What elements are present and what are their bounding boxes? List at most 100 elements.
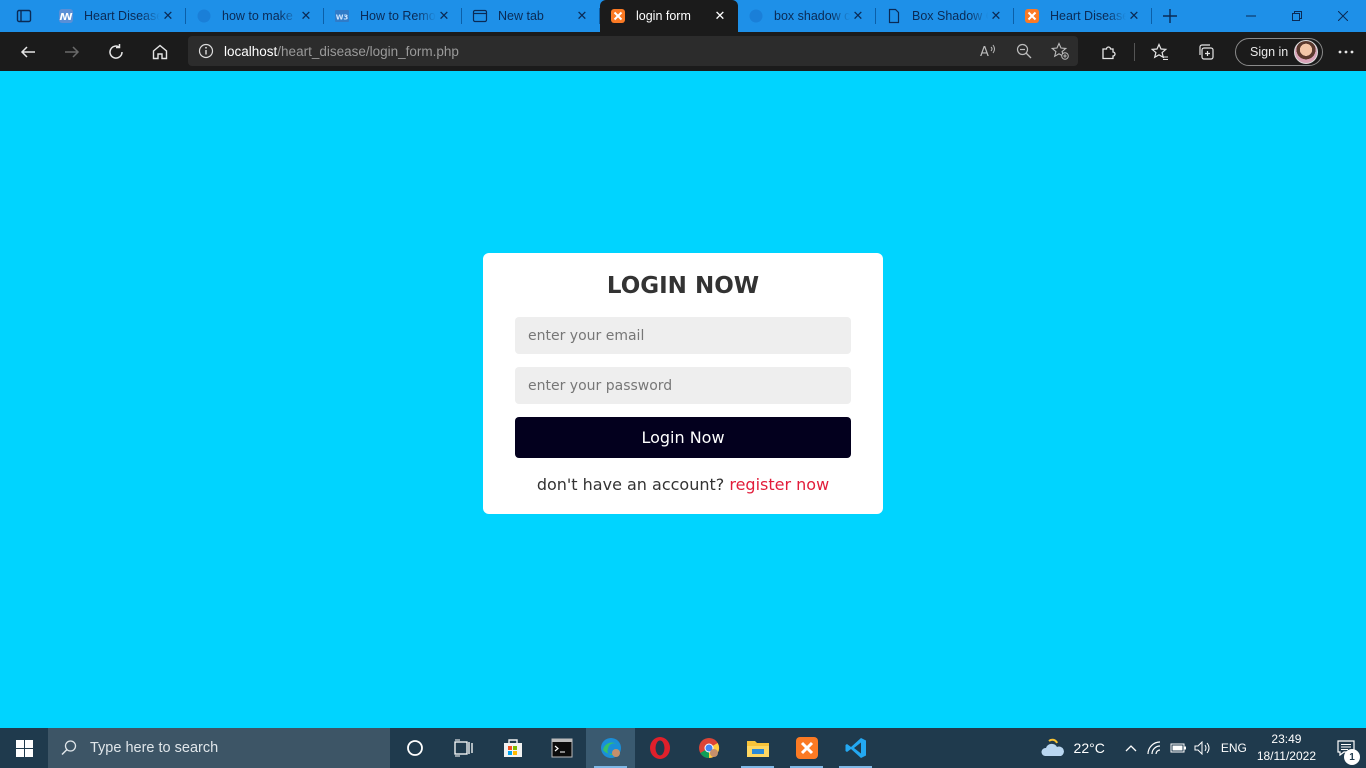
tab-title: New tab xyxy=(498,9,544,23)
back-arrow-icon xyxy=(20,45,35,58)
tab-heart-disease-2[interactable]: Heart Disease ✕ xyxy=(1014,0,1152,32)
xampp-icon xyxy=(1024,8,1040,24)
file-explorer-app[interactable] xyxy=(733,728,782,768)
login-title: LOGIN NOW xyxy=(606,273,760,299)
taskbar-search[interactable]: Type here to search xyxy=(48,728,390,768)
windows-logo-icon xyxy=(15,739,33,757)
chrome-icon xyxy=(698,738,719,759)
avatar xyxy=(1294,39,1319,64)
back-button[interactable] xyxy=(6,32,50,71)
battery-icon[interactable] xyxy=(1167,742,1191,754)
close-window-button[interactable] xyxy=(1320,0,1366,32)
url-text[interactable]: localhost/heart_disease/login_form.php xyxy=(224,44,970,59)
forward-arrow-icon xyxy=(65,45,80,58)
vscode-icon xyxy=(845,738,866,758)
windows-taskbar: Type here to search 22°C ENG 23:49 18/11… xyxy=(0,728,1366,768)
new-tab-button[interactable] xyxy=(1152,0,1188,32)
tab-how-to-make[interactable]: how to make ✕ xyxy=(186,0,324,32)
chrome-app[interactable] xyxy=(684,728,733,768)
search-icon xyxy=(61,740,77,756)
svg-text:ꟿ: ꟿ xyxy=(59,12,72,23)
tab-title: How to Remo xyxy=(360,9,436,23)
email-field[interactable] xyxy=(515,317,851,354)
read-aloud-icon[interactable]: A xyxy=(970,43,1006,59)
edge-app[interactable] xyxy=(586,728,635,768)
tab-box-shadow-2[interactable]: Box Shadow C ✕ xyxy=(876,0,1014,32)
tab-close-icon[interactable]: ✕ xyxy=(298,8,314,24)
zoom-out-icon[interactable] xyxy=(1006,43,1042,59)
vscode-app[interactable] xyxy=(831,728,880,768)
task-view-button[interactable] xyxy=(439,728,488,768)
plus-icon xyxy=(1163,9,1177,23)
close-icon xyxy=(1338,11,1348,21)
language-indicator[interactable]: ENG xyxy=(1221,741,1247,755)
tab-close-icon[interactable]: ✕ xyxy=(988,8,1004,24)
folder-icon xyxy=(746,741,769,757)
extensions-button[interactable] xyxy=(1086,32,1132,71)
more-menu-button[interactable] xyxy=(1323,32,1366,71)
home-icon xyxy=(152,44,168,59)
xampp-app[interactable] xyxy=(782,728,831,768)
volume-icon[interactable] xyxy=(1191,741,1215,755)
terminal-app[interactable] xyxy=(537,728,586,768)
weather-icon xyxy=(1041,738,1064,756)
edge-icon xyxy=(748,8,764,24)
info-icon[interactable] xyxy=(188,43,224,59)
cortana-button[interactable] xyxy=(390,728,439,768)
cortana-icon xyxy=(406,740,423,756)
tab-title: Heart Disease xyxy=(84,9,160,23)
url-path: /heart_disease/login_form.php xyxy=(277,43,459,59)
address-bar[interactable]: localhost/heart_disease/login_form.php A xyxy=(188,36,1078,66)
tab-box-shadow-1[interactable]: box shadow c ✕ xyxy=(738,0,876,32)
search-placeholder: Type here to search xyxy=(90,740,219,756)
favorites-button[interactable] xyxy=(1137,32,1183,71)
tab-close-icon[interactable]: ✕ xyxy=(1126,8,1142,24)
minimize-icon xyxy=(1246,15,1256,17)
login-button[interactable]: Login Now xyxy=(515,417,851,458)
tab-close-icon[interactable]: ✕ xyxy=(436,8,452,24)
home-button[interactable] xyxy=(138,32,182,71)
login-form: LOGIN NOW Login Now don't have an accoun… xyxy=(483,253,883,514)
minimize-button[interactable] xyxy=(1228,0,1274,32)
weather-widget[interactable]: 22°C xyxy=(1040,737,1105,759)
register-prompt: don't have an account? register now xyxy=(515,475,851,494)
browser-toolbar: localhost/heart_disease/login_form.php A… xyxy=(0,32,1366,71)
tab-how-to-remove[interactable]: W3 How to Remo ✕ xyxy=(324,0,462,32)
refresh-button[interactable] xyxy=(94,32,138,71)
tab-close-icon[interactable]: ✕ xyxy=(160,8,176,24)
collections-button[interactable] xyxy=(1183,32,1229,71)
store-app[interactable] xyxy=(488,728,537,768)
newtab-icon xyxy=(472,8,488,24)
clock[interactable]: 23:49 18/11/2022 xyxy=(1257,731,1316,765)
tab-heart-disease-1[interactable]: ꟿ Heart Disease ✕ xyxy=(48,0,186,32)
tab-close-icon[interactable]: ✕ xyxy=(712,8,728,24)
url-host: localhost xyxy=(224,43,278,59)
tab-close-icon[interactable]: ✕ xyxy=(850,8,866,24)
add-favorite-icon[interactable] xyxy=(1042,42,1078,60)
password-field[interactable] xyxy=(515,367,851,404)
restore-button[interactable] xyxy=(1274,0,1320,32)
sign-in-button[interactable]: Sign in xyxy=(1235,37,1323,66)
w3-icon: W3 xyxy=(334,8,350,24)
start-button[interactable] xyxy=(0,728,48,768)
tab-actions-button[interactable] xyxy=(0,0,48,32)
register-prompt-text: don't have an account? xyxy=(536,475,725,494)
xampp-icon xyxy=(610,8,626,24)
wifi-icon[interactable] xyxy=(1143,741,1167,755)
show-hidden-icons[interactable] xyxy=(1119,744,1143,752)
register-link[interactable]: register now xyxy=(729,475,829,494)
opera-app[interactable] xyxy=(635,728,684,768)
tab-close-icon[interactable]: ✕ xyxy=(574,8,590,24)
collections-icon xyxy=(1199,43,1214,60)
svg-text:A: A xyxy=(980,45,989,59)
store-icon xyxy=(503,739,522,757)
tab-title: Heart Disease xyxy=(1050,9,1126,23)
forward-button[interactable] xyxy=(50,32,94,71)
refresh-icon xyxy=(109,43,123,59)
tab-login-form[interactable]: login form ✕ xyxy=(600,0,738,32)
window-controls xyxy=(1228,0,1366,32)
action-center-button[interactable]: 1 xyxy=(1326,740,1366,765)
tab-title: how to make xyxy=(222,9,293,23)
tab-new-tab[interactable]: New tab ✕ xyxy=(462,0,600,32)
task-view-icon xyxy=(453,739,473,757)
